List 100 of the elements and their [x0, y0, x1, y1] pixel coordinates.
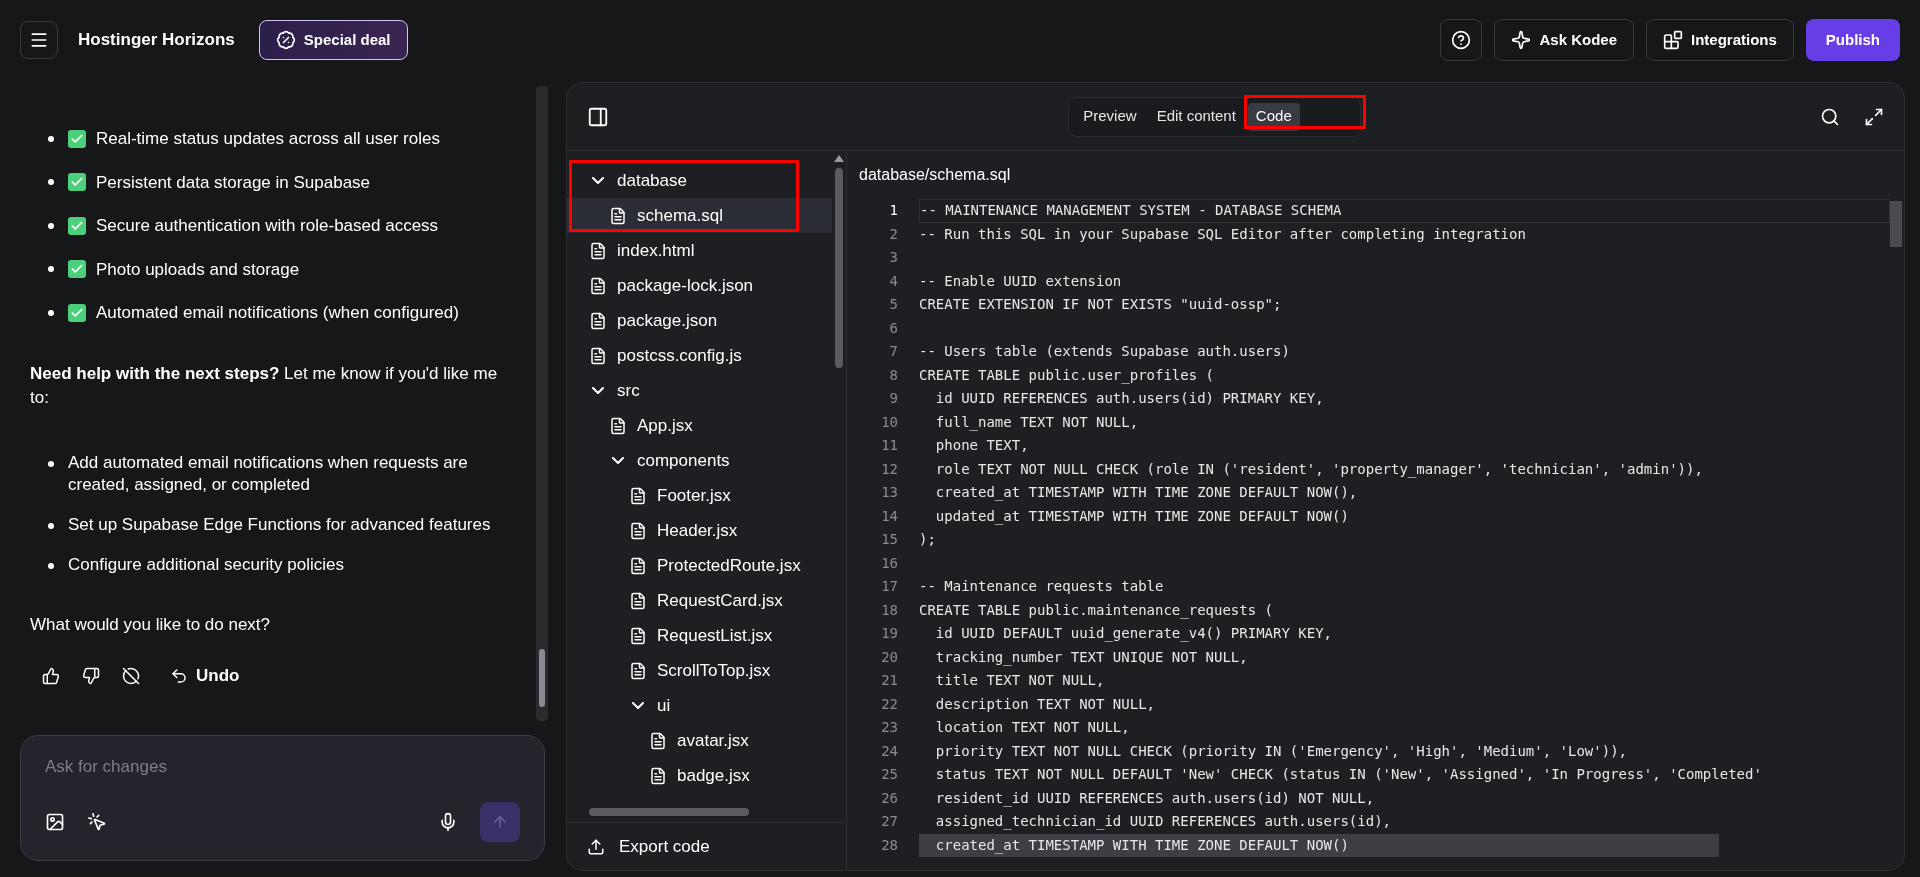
folder-row[interactable]: src	[567, 373, 832, 408]
line-number: 20	[880, 647, 899, 667]
file-icon	[629, 626, 647, 645]
file-row[interactable]: ScrollToTop.jsx	[567, 653, 832, 688]
file-row[interactable]: ProtectedRoute.jsx	[567, 548, 832, 583]
chevron-down-icon	[612, 457, 624, 464]
expand-icon[interactable]	[1864, 106, 1884, 127]
file-row[interactable]: badge.jsx	[567, 758, 832, 793]
line-number: 10	[880, 412, 899, 432]
code-line: );	[919, 530, 936, 550]
file-row[interactable]: RequestList.jsx	[567, 618, 832, 653]
line-number: 25	[880, 765, 899, 785]
file-path: database/schema.sql	[858, 165, 1012, 185]
thumbs-down-icon[interactable]	[82, 666, 100, 685]
file-icon	[589, 241, 607, 260]
code-line: CREATE TABLE public.maintenance_requests (	[919, 600, 1273, 621]
menu-button[interactable]	[20, 21, 58, 59]
line-number: 1	[888, 201, 899, 221]
bullet-icon	[48, 460, 54, 467]
bullet-icon	[48, 309, 54, 316]
file-row[interactable]: avatar.jsx	[567, 723, 832, 758]
folder-row[interactable]: ui	[567, 688, 832, 723]
file-row[interactable]: package.json	[567, 303, 832, 338]
upload-icon	[587, 837, 605, 856]
line-number: 7	[888, 342, 899, 362]
bullet-icon	[48, 522, 54, 529]
integrations-button[interactable]: Integrations	[1646, 19, 1794, 61]
folder-row[interactable]: database	[567, 163, 832, 198]
help-icon	[1451, 30, 1472, 50]
chevron-down-icon	[592, 177, 604, 184]
file-icon	[629, 521, 647, 540]
code-line: CREATE TABLE public.user_profiles (	[919, 365, 1214, 386]
code-line: CREATE EXTENSION IF NOT EXISTS "uuid-ossp";	[919, 295, 1282, 315]
file-icon	[629, 591, 647, 610]
view-tab[interactable]: Preview	[1075, 102, 1145, 131]
line-number: 15	[880, 530, 899, 550]
folder-row[interactable]: components	[567, 443, 832, 478]
file-row[interactable]: Footer.jsx	[567, 478, 832, 513]
file-row[interactable]: postcss.config.js	[567, 338, 832, 373]
line-number: 17	[880, 577, 899, 597]
thumbs-up-icon[interactable]	[42, 666, 60, 685]
search-icon[interactable]	[1820, 106, 1840, 127]
code-line: phone TEXT,	[934, 436, 1029, 456]
line-number: 12	[880, 459, 899, 479]
file-row[interactable]: index.html	[567, 233, 832, 268]
suggestion-text: Add automated email notifications when requests are created, assigned, or completed	[68, 451, 469, 496]
file-icon	[629, 661, 647, 680]
file-icon	[589, 311, 607, 330]
sparkle-icon	[1511, 30, 1532, 50]
bullet-icon	[48, 179, 54, 186]
line-number: 21	[880, 671, 899, 691]
bullet-icon	[48, 562, 54, 569]
code-line: updated_at TIMESTAMP WITH TIME ZONE DEFAULT NOW()	[934, 506, 1349, 527]
line-number: 28	[880, 835, 899, 855]
scrollbar[interactable]	[536, 86, 548, 721]
export-code-button[interactable]: Export code	[567, 822, 846, 870]
line-number: 3	[888, 248, 899, 268]
file-row[interactable]: schema.sql	[567, 198, 832, 233]
code-line: -- MAINTENANCE MANAGEMENT SYSTEM - DATABASE SCHEMA	[920, 201, 1342, 221]
code-line: created_at TIMESTAMP WITH TIME ZONE DEFAULT NOW(),	[934, 483, 1358, 503]
feature-text: Photo uploads and storage	[96, 258, 300, 281]
line-number: 14	[880, 506, 899, 526]
image-icon[interactable]	[45, 812, 65, 832]
question-text: What would you like to do next?	[30, 613, 272, 636]
file-icon	[629, 486, 647, 505]
blocks-icon	[1663, 30, 1683, 50]
pointer-click-icon[interactable]	[87, 812, 107, 832]
code-line: priority TEXT NOT NULL CHECK (priority IN ('Emergency', 'High', 'Medium', 'Low')),	[934, 741, 1627, 761]
view-tab[interactable]: Edit content	[1148, 102, 1244, 131]
ask-kodee-button[interactable]: Ask Kodee	[1494, 19, 1634, 61]
file-row[interactable]: Header.jsx	[567, 513, 832, 548]
suggestion-text: Configure additional security policies	[68, 553, 345, 576]
microphone-icon[interactable]	[438, 812, 458, 832]
file-row[interactable]: package-lock.json	[567, 268, 832, 303]
file-row[interactable]: App.jsx	[567, 408, 832, 443]
percent-badge-icon	[275, 30, 296, 50]
chat-input-field[interactable]: Ask for changes	[45, 754, 520, 780]
line-number: 19	[880, 624, 899, 644]
code-line: resident_id UUID REFERENCES auth.users(id) NOT NULL,	[934, 788, 1375, 809]
code-line: description TEXT NOT NULL,	[934, 694, 1155, 714]
file-row[interactable]: RequestCard.jsx	[567, 583, 832, 618]
line-number: 6	[888, 318, 899, 338]
feature-text: Persistent data storage in Supabase	[96, 171, 371, 194]
code-line: assigned_technician_id UUID REFERENCES auth.users(id),	[934, 812, 1391, 832]
line-number: 22	[880, 694, 899, 714]
special-deal-button[interactable]: Special deal	[258, 20, 408, 60]
slashed-circle-icon[interactable]	[122, 666, 140, 685]
file-icon	[649, 766, 667, 785]
undo-button[interactable]: Undo	[170, 663, 240, 689]
help-paragraph: Need help with the next steps? Let me know if you'd like me to:	[30, 362, 499, 409]
panel-toggle-icon[interactable]	[587, 105, 609, 128]
line-number: 27	[880, 812, 899, 832]
code-line: id UUID DEFAULT uuid_generate_v4() PRIMARY KEY,	[934, 624, 1332, 644]
code-line: tracking_number TEXT UNIQUE NOT NULL,	[934, 647, 1248, 668]
code-line: title TEXT NOT NULL,	[934, 671, 1105, 691]
publish-button[interactable]: Publish	[1805, 19, 1900, 61]
file-icon	[629, 556, 647, 575]
file-icon	[609, 206, 627, 225]
chat-input-box[interactable]: Ask for changes	[20, 735, 545, 861]
help-button[interactable]	[1440, 19, 1483, 61]
